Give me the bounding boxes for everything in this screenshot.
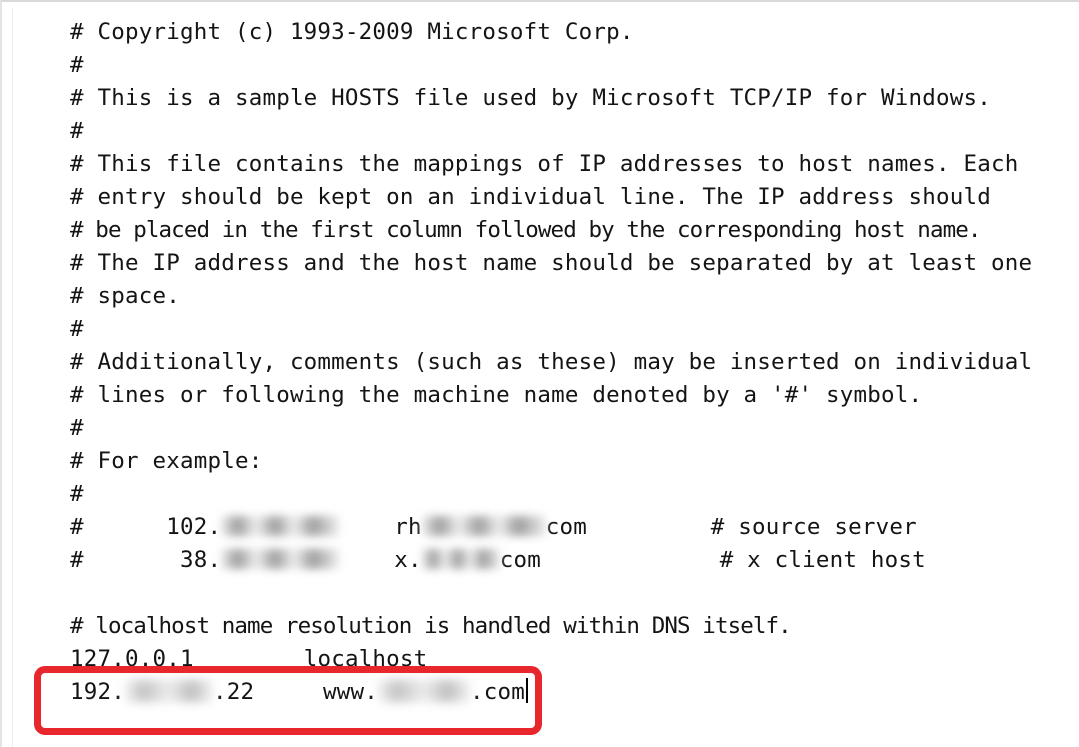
localhost-ip: 127.0.0.1 <box>70 646 194 672</box>
redacted-ip-octets <box>221 515 340 536</box>
hosts-line-blank-4: # <box>70 415 84 441</box>
hosts-entry-source-server: # 102. rh com # source server <box>2 511 1079 544</box>
ip-prefix: 102. <box>166 514 222 540</box>
hosts-line-blank-3: # <box>70 316 84 342</box>
redacted-ip-octets <box>125 679 213 702</box>
trailing-comment: # x client host <box>719 547 926 573</box>
hosts-line-dns-note: # localhost name resolution is handled w… <box>70 613 792 639</box>
redacted-ip-octets <box>221 548 340 569</box>
entry-gap <box>339 547 394 573</box>
hosts-line-comments-2: # lines or following the machine name de… <box>70 382 923 408</box>
comment-gap <box>587 514 711 540</box>
hosts-line-intro: # This is a sample HOSTS file used by Mi… <box>70 85 991 111</box>
hosts-line-blank-1: # <box>70 52 84 78</box>
screenshot-root: # Copyright (c) 1993-2009 Microsoft Corp… <box>0 0 1079 747</box>
comment-marker: # <box>70 547 84 573</box>
custom-ip-suffix: .22 <box>213 679 255 705</box>
hosts-file-text-editor[interactable]: # Copyright (c) 1993-2009 Microsoft Corp… <box>2 2 1079 747</box>
hosts-line-copyright: # Copyright (c) 1993-2009 Microsoft Corp… <box>70 19 634 45</box>
custom-spacer <box>254 679 323 705</box>
comment-marker: # <box>70 514 84 540</box>
hosts-line-desc-3: # be placed in the first column followed… <box>70 217 981 243</box>
hosts-entry-localhost[interactable]: 127.0.0.1 localhost <box>2 643 1079 676</box>
host-prefix: x. <box>394 547 422 573</box>
ip-prefix: 38. <box>179 547 222 573</box>
host-prefix: rh <box>394 514 422 540</box>
hosts-line-desc-1: # This file contains the mappings of IP … <box>70 151 1019 177</box>
entry-indent <box>84 514 166 540</box>
custom-host-suffix: .com <box>469 679 525 705</box>
redacted-hostname <box>421 515 546 536</box>
hosts-line-desc-4: # The IP address and the host name shoul… <box>70 250 1033 276</box>
host-suffix: com <box>545 514 587 540</box>
hosts-entry-custom[interactable]: 192. .22 www. .com <box>2 676 1079 709</box>
hosts-line-blank-5: # <box>70 481 84 507</box>
text-cursor <box>525 678 528 703</box>
comment-gap <box>541 547 720 573</box>
custom-ip-prefix: 192. <box>70 679 125 705</box>
redacted-hostname <box>377 679 470 702</box>
hosts-line-desc-2: # entry should be kept on an individual … <box>70 184 991 210</box>
localhost-hostname: localhost <box>303 646 428 672</box>
localhost-spacer <box>194 646 304 672</box>
hosts-line-for-example: # For example: <box>70 448 263 474</box>
hosts-line-desc-5: # space. <box>70 283 180 309</box>
redacted-hostname <box>421 548 500 569</box>
hosts-line-blank-6 <box>2 577 1079 610</box>
hosts-line-blank-2: # <box>70 118 84 144</box>
entry-indent <box>84 547 180 573</box>
host-suffix: com <box>499 547 541 573</box>
hosts-entry-x-client-host: # 38. x. com # x client host <box>2 544 1079 577</box>
custom-host-prefix: www. <box>322 679 378 705</box>
entry-gap <box>339 514 394 540</box>
trailing-comment: # source server <box>710 514 917 540</box>
hosts-line-comments-1: # Additionally, comments (such as these)… <box>70 349 1033 375</box>
